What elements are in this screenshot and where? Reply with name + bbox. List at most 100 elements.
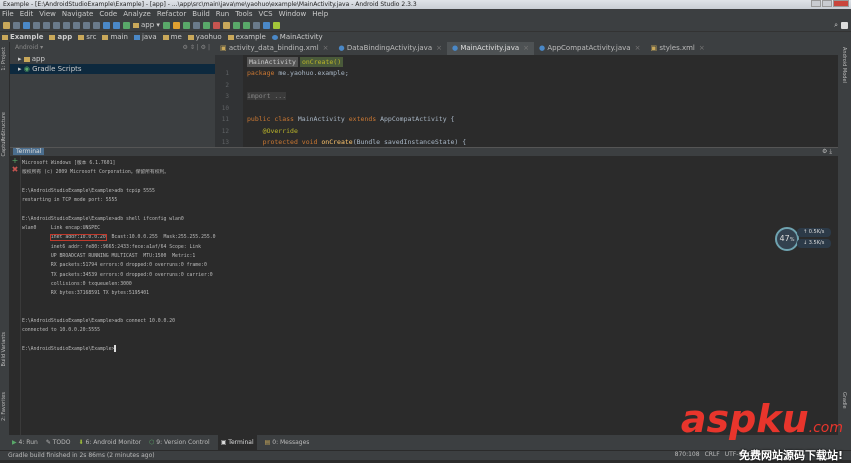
paste-icon[interactable]	[73, 21, 80, 29]
terminal-settings-icon[interactable]: ⚙ ⤓	[822, 148, 838, 156]
forward-icon[interactable]	[113, 21, 120, 29]
new-session-icon[interactable]: +	[10, 156, 20, 165]
apply-changes-icon[interactable]	[172, 21, 180, 29]
menu-vcs[interactable]: VCS	[258, 9, 272, 19]
window-title: Example - [E:\AndroidStudioExample\Examp…	[3, 1, 417, 8]
tool-tab-todo[interactable]: ✎ TODO	[46, 435, 71, 450]
menu-refactor[interactable]: Refactor	[157, 9, 186, 19]
save-icon[interactable]	[13, 21, 20, 29]
android-model-tool-button[interactable]: Android Model	[841, 47, 847, 83]
help-icon[interactable]	[262, 21, 270, 29]
favorites-tool-button[interactable]: 2: Favorites	[1, 392, 7, 421]
code-editor[interactable]: 1 2 3 10 11 12 13 MainActivity onCreate()…	[215, 55, 838, 147]
tool-tab-version-control[interactable]: ⬡ 9: Version Control	[149, 435, 210, 450]
sdk-icon[interactable]	[232, 21, 240, 29]
stop-icon[interactable]	[212, 21, 220, 29]
tool-tab-messages[interactable]: ▤ 0: Messages	[265, 435, 310, 450]
crumb-method[interactable]: onCreate()	[299, 57, 344, 67]
debug-icon[interactable]	[182, 21, 190, 29]
tool-tab-android-monitor[interactable]: ⬇ 6: Android Monitor	[79, 435, 142, 450]
tab-databindingactivity[interactable]: ● DataBindingActivity.java ×	[334, 42, 447, 55]
build-variants-tool-button[interactable]: Build Variants	[1, 332, 7, 366]
project-view-selector[interactable]: Android ▾ ⚙ ⇕ | ⚙ |	[10, 42, 215, 54]
class-icon	[271, 34, 278, 40]
status-message[interactable]: Gradle build finished in 2s 86ms (2 minu…	[8, 452, 155, 459]
tool-tab-terminal[interactable]: ▣ Terminal	[217, 435, 257, 450]
event-log-icon[interactable]	[841, 21, 848, 29]
class-icon: ●	[338, 44, 345, 52]
folder-icon	[227, 34, 234, 40]
replace-icon[interactable]	[93, 21, 100, 29]
menu-tools[interactable]: Tools	[235, 9, 252, 19]
tab-appcompatactivity[interactable]: ● AppCompatActivity.java ×	[534, 42, 645, 55]
crumb-main[interactable]: main	[102, 32, 128, 42]
menu-view[interactable]: View	[39, 9, 56, 19]
open-icon[interactable]	[3, 21, 10, 29]
folder-icon	[102, 34, 109, 40]
android-icon[interactable]	[272, 21, 280, 29]
search-icon[interactable]: ⌕	[834, 21, 838, 30]
sync-icon[interactable]	[23, 21, 30, 29]
folder-icon	[162, 34, 169, 40]
menu-run[interactable]: Run	[216, 9, 229, 19]
terminal-title: Terminal	[13, 148, 45, 155]
terminal-line: TX packets:34539 errors:0 dropped:0 over…	[22, 272, 213, 278]
usage-gauge: 47%	[775, 227, 799, 251]
project-structure-icon[interactable]	[252, 21, 260, 29]
crumb-java[interactable]: java	[133, 32, 157, 42]
left-tool-strip: 1: Project 7: Structure Captures Build V…	[0, 42, 10, 435]
line-number: 11	[221, 116, 229, 123]
menu-navigate[interactable]: Navigate	[62, 9, 93, 19]
terminal-line: connected to 10.0.0.20:5555	[22, 328, 100, 334]
cut-icon[interactable]	[53, 21, 60, 29]
make-icon[interactable]	[123, 21, 130, 29]
tab-mainactivity[interactable]: ● MainActivity.java ×	[447, 42, 535, 55]
close-session-icon[interactable]: ✖	[10, 165, 20, 174]
project-tool-button[interactable]: 1: Project	[1, 47, 7, 71]
tree-item-gradle-scripts[interactable]: ▸ ◉ Gradle Scripts	[10, 64, 215, 74]
code-breadcrumb: MainActivity onCreate()	[247, 57, 344, 67]
run-config-select[interactable]: app ▾	[133, 21, 160, 29]
crumb-app[interactable]: app	[49, 32, 72, 42]
menu-help[interactable]: Help	[312, 9, 328, 19]
copy-icon[interactable]	[63, 21, 70, 29]
terminal-line: inet addr:10.0.0.20 Bcast:10.0.0.255 Mas…	[49, 234, 216, 242]
run-icon[interactable]	[162, 21, 170, 29]
folder-icon	[23, 56, 30, 62]
attach-icon[interactable]	[202, 21, 210, 29]
tab-styles[interactable]: ▣ styles.xml ×	[645, 42, 709, 55]
menu-file[interactable]: File	[2, 9, 14, 19]
project-settings-icon[interactable]: ⚙ ⇕ | ⚙ |	[183, 42, 215, 54]
crumb-example-pkg[interactable]: example	[227, 32, 266, 42]
close-button[interactable]	[833, 0, 849, 7]
profile-icon[interactable]	[192, 21, 200, 29]
tab-activity-data-binding[interactable]: ▣ activity_data_binding.xml ×	[215, 42, 334, 55]
crumb-example[interactable]: Example	[2, 32, 43, 42]
tree-item-app[interactable]: ▸ app	[10, 54, 215, 64]
captures-tool-button[interactable]: Captures	[1, 134, 7, 157]
terminal-line: wlan0 Link encap:UNSPEC	[22, 226, 100, 232]
crumb-yaohuo[interactable]: yaohuo	[187, 32, 222, 42]
menu-analyze[interactable]: Analyze	[123, 9, 151, 19]
find-icon[interactable]	[83, 21, 90, 29]
tool-tab-run[interactable]: ▶ 4: Run	[12, 435, 38, 450]
project-tree: ▸ app ▸ ◉ Gradle Scripts	[10, 54, 215, 147]
maximize-button[interactable]	[822, 0, 832, 7]
redo-icon[interactable]	[43, 21, 50, 29]
xml-icon: ▣	[220, 44, 227, 52]
sync-gradle-icon[interactable]	[242, 21, 250, 29]
menu-window[interactable]: Window	[279, 9, 307, 19]
menu-edit[interactable]: Edit	[20, 9, 34, 19]
back-icon[interactable]	[103, 21, 110, 29]
minimize-button[interactable]	[811, 0, 821, 7]
undo-icon[interactable]	[33, 21, 40, 29]
crumb-class[interactable]: MainActivity	[247, 57, 298, 67]
avd-icon[interactable]	[222, 21, 230, 29]
crumb-me[interactable]: me	[162, 32, 182, 42]
menu-code[interactable]: Code	[99, 9, 117, 19]
terminal-output[interactable]: Microsoft Windows [版本 6.1.7601] 版权所有 (c) …	[22, 156, 838, 435]
crumb-src[interactable]: src	[78, 32, 96, 42]
menu-build[interactable]: Build	[192, 9, 210, 19]
crumb-mainactivity[interactable]: MainActivity	[271, 32, 323, 42]
